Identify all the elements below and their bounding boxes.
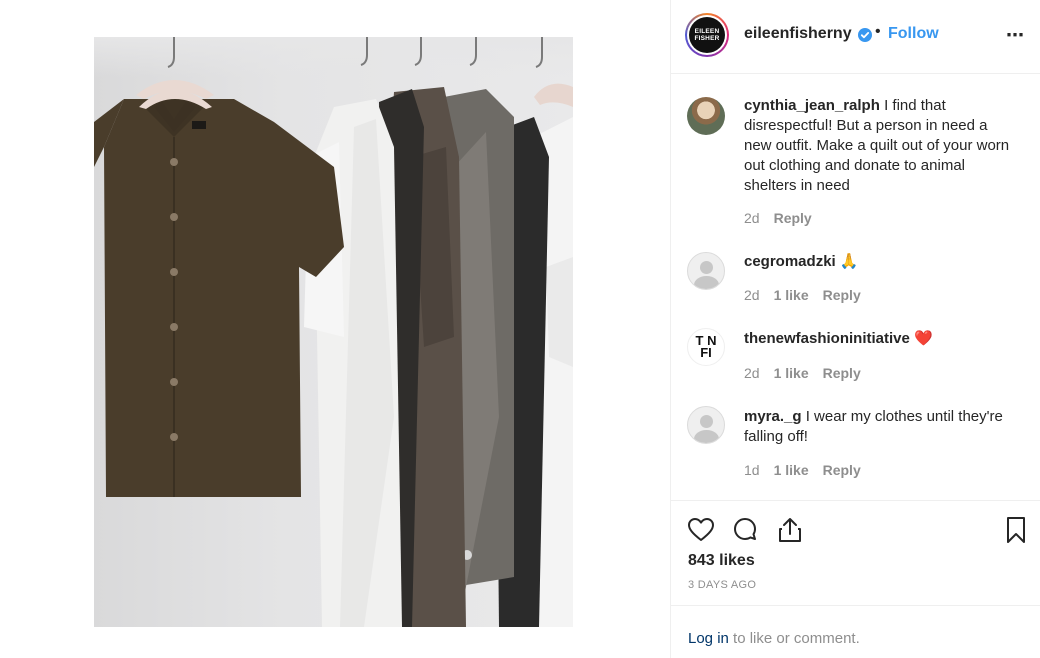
share-icon[interactable] — [775, 515, 805, 545]
comment-body: cegromadzki 🙏 — [744, 252, 1019, 272]
profile-username[interactable]: eileenfisherny — [744, 25, 852, 43]
comment-likes[interactable]: 1 like — [774, 365, 809, 381]
login-prompt-text: Log in to like or comment. — [688, 630, 860, 647]
comment-age[interactable]: 1d — [744, 462, 760, 478]
comment-text: 🙏 — [839, 253, 859, 270]
comment-text: ❤️ — [914, 330, 933, 347]
verified-badge-icon — [858, 28, 872, 42]
comment-likes[interactable]: 1 like — [774, 287, 809, 303]
more-options-icon[interactable]: ⋯ — [1006, 25, 1025, 46]
login-prompt: Log in to like or comment. — [671, 605, 1040, 658]
post-date[interactable]: 3 DAYS AGO — [688, 579, 756, 591]
commenter-avatar[interactable] — [687, 252, 725, 290]
reply-button[interactable]: Reply — [774, 210, 812, 226]
comment-username[interactable]: cynthia_jean_ralph — [744, 97, 880, 114]
comment-age[interactable]: 2d — [744, 287, 760, 303]
clothes-illustration — [94, 37, 573, 627]
avatar-ring-inner: EILEEN FISHER — [687, 15, 727, 55]
comment-body: thenewfashioninitiative ❤️ — [744, 329, 1019, 349]
bookmark-icon[interactable] — [1001, 515, 1031, 545]
comment-meta: 2d 1 like Reply — [744, 365, 875, 381]
login-link[interactable]: Log in — [688, 630, 729, 647]
commenter-avatar[interactable] — [687, 97, 725, 135]
reply-button[interactable]: Reply — [823, 365, 861, 381]
reply-button[interactable]: Reply — [823, 462, 861, 478]
follow-button[interactable]: Follow — [888, 25, 939, 43]
profile-avatar[interactable]: EILEEN FISHER — [685, 13, 729, 57]
login-suffix: to like or comment. — [733, 630, 860, 647]
comment-username[interactable]: myra._g — [744, 408, 802, 425]
comment-meta: 2d 1 like Reply — [744, 287, 875, 303]
comment-age[interactable]: 2d — [744, 365, 760, 381]
commenter-avatar[interactable]: T N FI — [687, 328, 725, 366]
comment-likes[interactable]: 1 like — [774, 462, 809, 478]
post-actions: 843 likes 3 DAYS AGO — [671, 500, 1040, 605]
reply-button[interactable]: Reply — [823, 287, 861, 303]
comment-body: cynthia_jean_ralph I find that disrespec… — [744, 96, 1019, 196]
comment-username[interactable]: thenewfashioninitiative — [744, 330, 910, 347]
default-avatar-head — [700, 415, 713, 428]
comment-meta: 1d 1 like Reply — [744, 462, 875, 478]
post-media — [0, 0, 670, 658]
comment-age[interactable]: 2d — [744, 210, 760, 226]
brand-logo: EILEEN FISHER — [689, 17, 725, 53]
comments-list[interactable]: cynthia_jean_ralph I find that disrespec… — [671, 75, 1040, 500]
heart-icon[interactable] — [686, 515, 716, 545]
default-avatar-body — [694, 430, 719, 443]
post-image[interactable] — [94, 37, 573, 627]
default-avatar-head — [700, 261, 713, 274]
comment-meta: 2d Reply — [744, 210, 826, 226]
default-avatar-body — [694, 276, 719, 289]
post-header: EILEEN FISHER eileenfisherny • Follow ⋯ — [671, 0, 1040, 74]
header-separator: • — [875, 23, 881, 40]
likes-count[interactable]: 843 likes — [688, 552, 755, 570]
comment-username[interactable]: cegromadzki — [744, 253, 836, 270]
comment-icon[interactable] — [730, 515, 760, 545]
comment-body: myra._g I wear my clothes until they're … — [744, 407, 1004, 447]
commenter-avatar[interactable] — [687, 406, 725, 444]
post-side-panel: EILEEN FISHER eileenfisherny • Follow ⋯ … — [670, 0, 1040, 658]
